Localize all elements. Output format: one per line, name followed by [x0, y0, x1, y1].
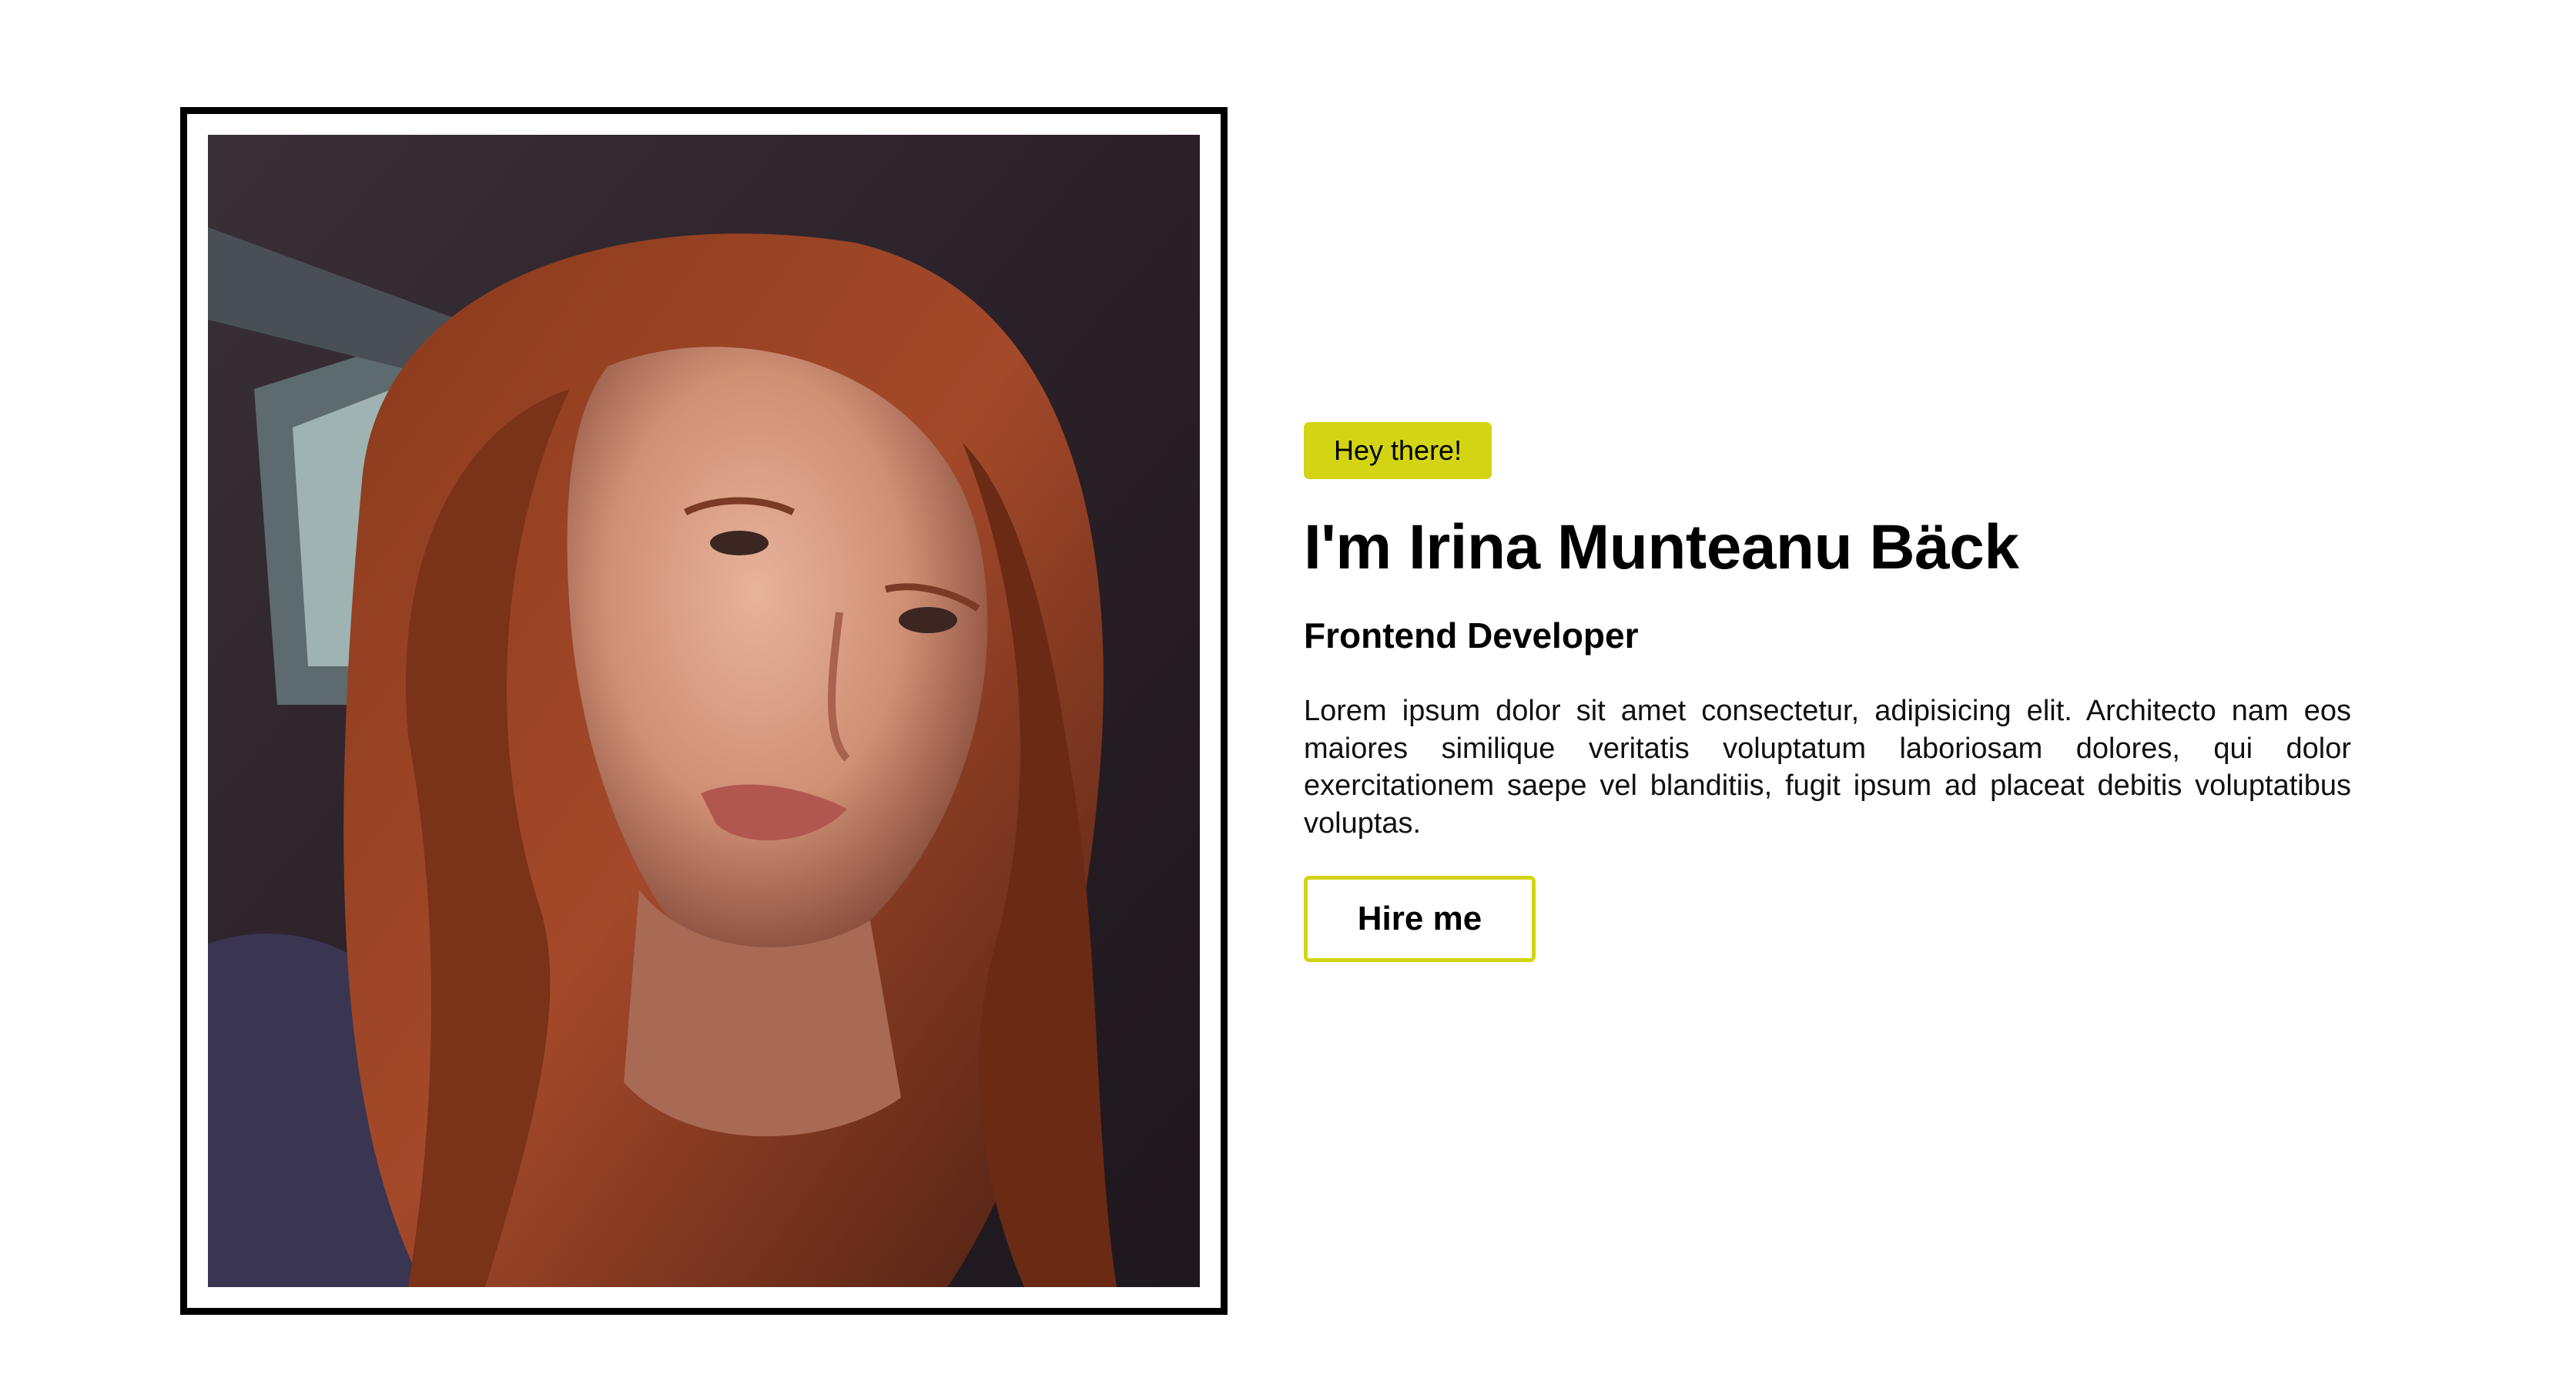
profile-photo [208, 135, 1200, 1287]
bio-text: Lorem ipsum dolor sit amet consectetur, … [1304, 695, 2351, 840]
intro-section: Hey there! I'm Irina Munteanu Bäck Front… [1304, 422, 2351, 963]
profile-photo-frame [180, 107, 1228, 1315]
profile-photo-illustration [208, 135, 1200, 1287]
role-title: Frontend Developer [1304, 615, 1639, 656]
page-title: I'm Irina Munteanu Bäck [1304, 512, 2019, 582]
hire-me-button[interactable]: Hire me [1304, 876, 1536, 963]
greeting-badge: Hey there! [1304, 422, 1492, 479]
